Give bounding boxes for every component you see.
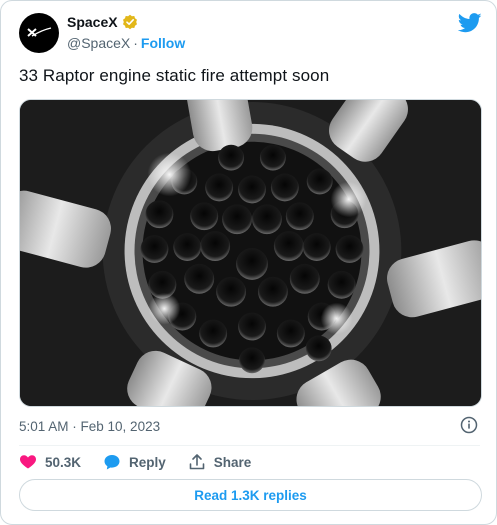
tweet-card: SpaceX @SpaceX · Follow 33 Raptor engine… xyxy=(0,0,497,525)
heart-icon xyxy=(20,455,36,469)
read-replies-button[interactable]: Read 1.3K replies xyxy=(19,479,482,511)
handle-row: @SpaceX · Follow xyxy=(67,35,185,51)
share-button[interactable]: Share xyxy=(188,453,252,471)
like-button[interactable]: 50.3K xyxy=(19,453,81,471)
handle-separator: · xyxy=(133,35,138,51)
author-name-row: SpaceX xyxy=(67,14,138,30)
author-name[interactable]: SpaceX xyxy=(67,14,118,30)
share-label: Share xyxy=(213,454,252,470)
twitter-bird-icon[interactable] xyxy=(458,13,482,33)
speech-bubble-icon xyxy=(104,455,120,470)
author-handle[interactable]: @SpaceX xyxy=(67,35,130,51)
share-upload-icon xyxy=(189,454,205,470)
tweet-timestamp[interactable]: 5:01 AM · Feb 10, 2023 xyxy=(19,419,160,434)
verified-badge-icon xyxy=(122,14,137,30)
spacex-logo-icon xyxy=(27,27,52,37)
tweet-actions: 50.3K Reply Share xyxy=(19,453,273,471)
like-count: 50.3K xyxy=(45,454,82,470)
tweet-media-image[interactable] xyxy=(19,99,482,407)
info-icon[interactable] xyxy=(460,416,478,434)
engine-photo xyxy=(20,100,481,406)
reply-button[interactable]: Reply xyxy=(103,453,166,471)
avatar[interactable] xyxy=(19,13,59,53)
divider xyxy=(19,445,480,446)
reply-label: Reply xyxy=(129,454,166,470)
follow-button[interactable]: Follow xyxy=(141,35,185,51)
tweet-text: 33 Raptor engine static fire attempt soo… xyxy=(19,66,330,85)
